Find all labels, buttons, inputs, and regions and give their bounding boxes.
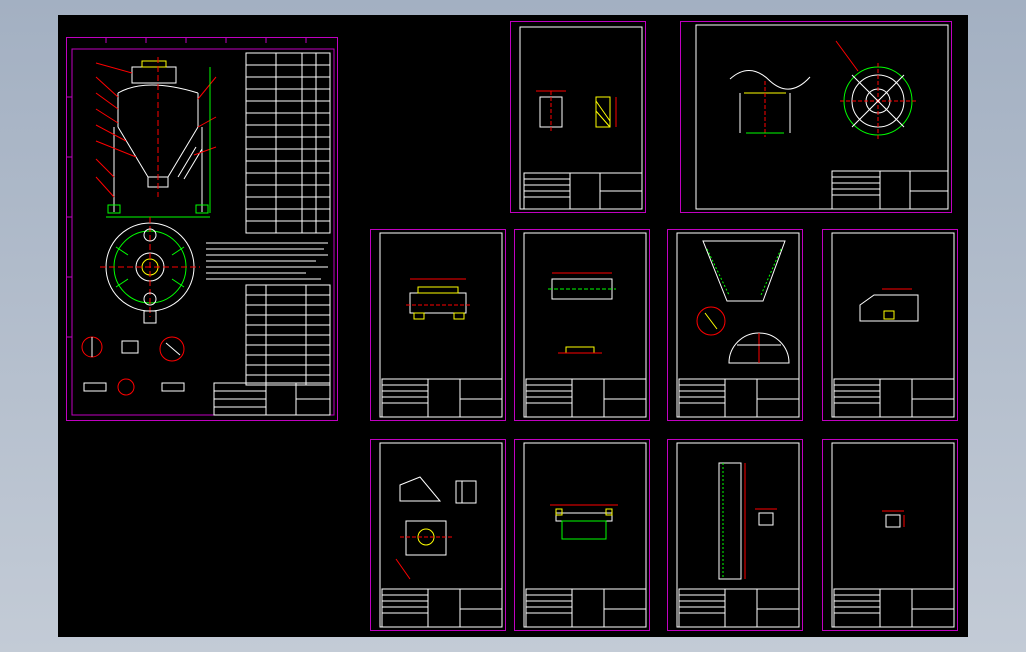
drawing-border [379, 442, 503, 628]
title-block [678, 378, 800, 418]
title-block [213, 382, 331, 416]
part-views [536, 90, 617, 133]
sheet-small-part-top[interactable] [510, 21, 646, 213]
title-block [678, 588, 800, 628]
lid-section-view [729, 70, 811, 137]
part-views [406, 278, 470, 320]
sheet-frame [667, 229, 803, 421]
sheet-frame [822, 229, 958, 421]
part-views [548, 272, 616, 354]
title-block [525, 378, 647, 418]
title-block [525, 588, 647, 628]
part-views [395, 476, 477, 580]
title-block [833, 378, 955, 418]
vessel-plan-view [100, 217, 200, 324]
parts-table [245, 52, 331, 386]
drawing-border [676, 442, 800, 628]
sheet-frame [822, 439, 958, 631]
sheet-frame [510, 21, 646, 213]
sheet-part-r2-4[interactable] [822, 229, 958, 421]
title-block [381, 588, 503, 628]
cad-modelspace[interactable] [58, 15, 968, 637]
drawing-border [379, 232, 503, 418]
title-block [381, 378, 503, 418]
sheet-part-r2-3[interactable] [667, 229, 803, 421]
sheet-frame [66, 37, 338, 421]
sheet-part-r2-2[interactable] [514, 229, 650, 421]
sheet-part-r3-4[interactable] [822, 439, 958, 631]
sheet-frame [514, 229, 650, 421]
lid-plan-view [835, 40, 916, 139]
sheet-frame [370, 439, 506, 631]
sheet-frame [667, 439, 803, 631]
part-views [550, 504, 618, 540]
sheet-frame [370, 229, 506, 421]
sheet-main-assembly[interactable] [66, 37, 338, 421]
drawing-border [831, 232, 955, 418]
drawing-border [519, 26, 643, 210]
drawing-border [523, 442, 647, 628]
title-block [833, 588, 955, 628]
sheet-frame [680, 21, 952, 213]
part-views [882, 510, 905, 528]
technical-notes [206, 242, 328, 280]
sheet-lid-assembly[interactable] [680, 21, 952, 213]
drawing-border [523, 232, 647, 418]
sheet-part-r3-2[interactable] [514, 439, 650, 631]
part-views [859, 288, 919, 322]
drawing-border [676, 232, 800, 418]
part-views [718, 462, 777, 580]
vessel-front-view [95, 57, 217, 218]
part-views [696, 240, 790, 364]
title-block [523, 172, 643, 210]
sheet-frame [514, 439, 650, 631]
title-block [831, 170, 949, 210]
sheet-part-r3-1[interactable] [370, 439, 506, 631]
drawing-border [831, 442, 955, 628]
sheet-part-r3-3[interactable] [667, 439, 803, 631]
detail-views [81, 336, 185, 396]
sheet-part-r2-1[interactable] [370, 229, 506, 421]
